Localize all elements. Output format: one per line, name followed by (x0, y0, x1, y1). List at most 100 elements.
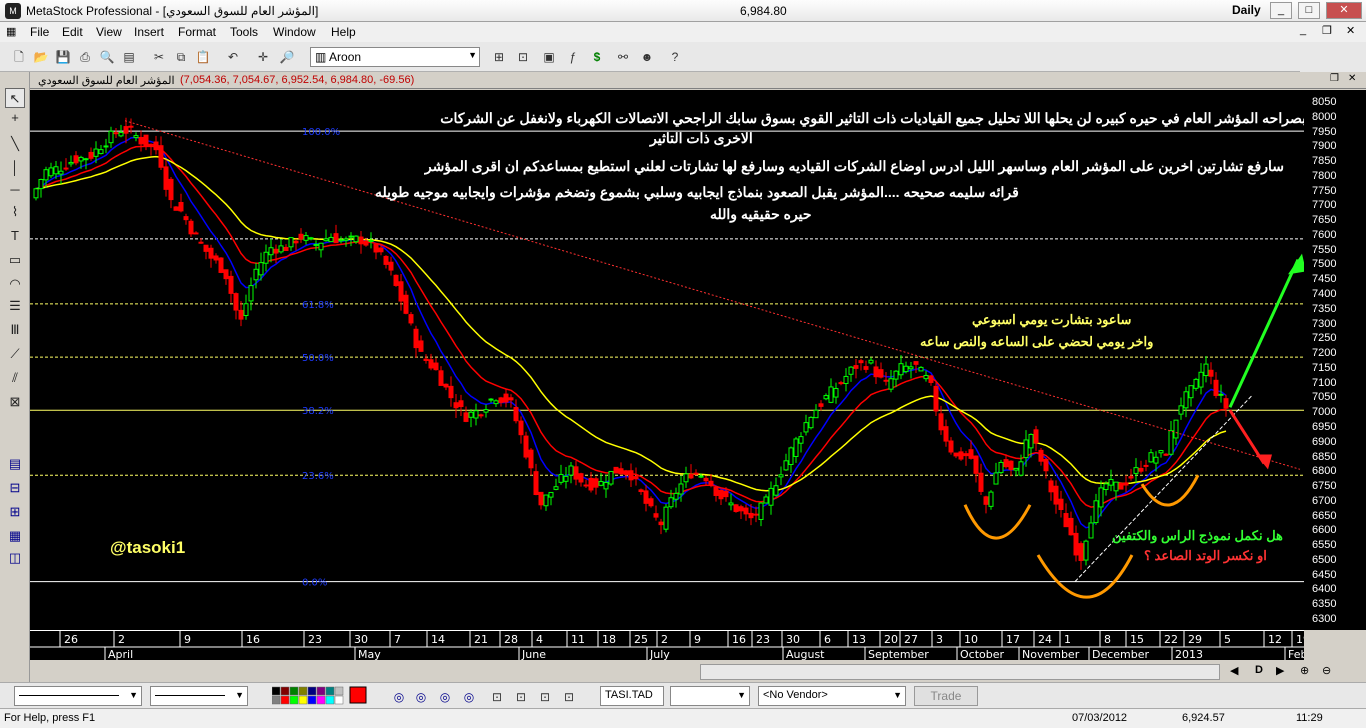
cycle-icon[interactable]: ⌇ (5, 202, 25, 222)
palette-swatch[interactable] (316, 695, 326, 705)
fib-time-icon[interactable]: Ⅲ (5, 320, 25, 340)
zoom-out-icon[interactable]: ⊖ (1322, 664, 1331, 677)
palette-swatch[interactable] (307, 686, 317, 696)
layout-icon-1[interactable]: ▤ (5, 454, 25, 474)
mdi-minimize-icon[interactable]: _ (1300, 24, 1306, 36)
people-icon[interactable]: ☻ (638, 48, 656, 66)
zoom-icon[interactable]: 🔎 (278, 48, 296, 66)
style-icon-5[interactable]: ⊡ (488, 688, 506, 706)
chart-restore-icon[interactable]: ❐ (1330, 73, 1339, 84)
palette-swatch[interactable] (280, 686, 290, 696)
color-palette[interactable] (271, 686, 368, 706)
palette-swatch[interactable] (271, 686, 281, 696)
line-style-select[interactable]: ▼ (14, 686, 142, 706)
menu-edit[interactable]: Edit (62, 25, 83, 39)
layout-icon-2[interactable]: ⊟ (5, 478, 25, 498)
metastock-logo-icon[interactable]: M (5, 3, 21, 19)
palette-swatch[interactable] (316, 686, 326, 696)
style-icon-6[interactable]: ⊡ (512, 688, 530, 706)
gann-icon[interactable]: ⊠ (5, 392, 25, 412)
style-icon-2[interactable]: ◎ (412, 688, 430, 706)
zoom-in-icon[interactable]: ⊕ (1300, 664, 1309, 677)
period-d-icon[interactable]: D (1255, 664, 1263, 676)
palette-swatch[interactable] (334, 686, 344, 696)
formula-icon[interactable]: ƒ (564, 48, 582, 66)
trade-button[interactable]: Trade (914, 686, 978, 706)
mdi-restore-icon[interactable]: ❐ (1322, 24, 1332, 37)
line-weight-select[interactable]: ▼ (150, 686, 248, 706)
explorer-icon[interactable]: ⊞ (490, 48, 508, 66)
save-icon[interactable]: 💾 (54, 48, 72, 66)
chart-close-icon[interactable]: ✕ (1348, 73, 1356, 84)
style-icon-1[interactable]: ◎ (390, 688, 408, 706)
candle-body (1193, 378, 1199, 389)
doc-icon[interactable]: ▦ (6, 25, 16, 38)
price-chart[interactable]: 100.0% 61.8% 50.0% 38.2% 23.6% 0.0% (30, 90, 1304, 630)
style-icon-3[interactable]: ◎ (436, 688, 454, 706)
current-color-swatch[interactable] (349, 686, 367, 704)
crosshair-icon[interactable]: ✛ (254, 48, 272, 66)
expert-icon[interactable]: ⊡ (514, 48, 532, 66)
print-icon[interactable]: ⎙ (76, 48, 94, 66)
new-icon[interactable]: 🗋 (10, 48, 28, 66)
mdi-close-icon[interactable]: ✕ (1346, 24, 1355, 37)
pointer-icon[interactable]: ↖ (5, 88, 25, 108)
scroll-right-icon[interactable]: ▶ (1276, 664, 1284, 677)
vertical-line-icon[interactable]: │ (5, 158, 25, 178)
fib-retracement-icon[interactable]: ☰ (5, 296, 25, 316)
dollar-icon[interactable]: $ (588, 48, 606, 66)
raff-icon[interactable]: ▭ (5, 250, 25, 270)
menu-view[interactable]: View (96, 25, 122, 39)
speed-line-icon[interactable]: ⟋ (5, 344, 25, 364)
security-select[interactable]: ▼ (670, 686, 750, 706)
arc-icon[interactable]: ◠ (5, 274, 25, 294)
horizontal-line-icon[interactable]: ─ (5, 180, 25, 200)
layout-icon-3[interactable]: ⊞ (5, 502, 25, 522)
palette-swatch[interactable] (289, 686, 299, 696)
print-preview-icon[interactable]: 🔍 (98, 48, 116, 66)
palette-swatch[interactable] (325, 686, 335, 696)
close-icon[interactable]: ✕ (1326, 2, 1362, 19)
channel-icon[interactable]: ⫽ (5, 368, 25, 388)
palette-swatch[interactable] (298, 686, 308, 696)
print-setup-icon[interactable]: ▤ (120, 48, 138, 66)
paste-icon[interactable]: 📋 (194, 48, 212, 66)
palette-swatch[interactable] (334, 695, 344, 705)
palette-swatch[interactable] (271, 695, 281, 705)
style-icon-4[interactable]: ◎ (460, 688, 478, 706)
menu-format[interactable]: Format (178, 25, 216, 39)
palette-swatch[interactable] (325, 695, 335, 705)
style-icon-7[interactable]: ⊡ (536, 688, 554, 706)
symbol-field[interactable]: TASI.TAD (600, 686, 664, 706)
layout-icon-5[interactable]: ◫ (5, 548, 25, 568)
minimize-icon[interactable]: _ (1270, 2, 1292, 19)
copy-icon[interactable]: ⧉ (172, 48, 190, 66)
text-icon[interactable]: T (5, 226, 25, 246)
menu-file[interactable]: File (30, 25, 49, 39)
menu-window[interactable]: Window (273, 25, 316, 39)
style-icon-8[interactable]: ⊡ (560, 688, 578, 706)
candle-body (323, 238, 329, 242)
context-help-icon[interactable]: ? (666, 48, 684, 66)
palette-swatch[interactable] (289, 695, 299, 705)
palette-swatch[interactable] (298, 695, 308, 705)
trendline-icon[interactable]: ╲ (5, 134, 25, 154)
maximize-icon[interactable]: □ (1298, 2, 1320, 19)
horizontal-scrollbar[interactable] (700, 664, 1220, 680)
layout-icon-4[interactable]: ▦ (5, 526, 25, 546)
cut-icon[interactable]: ✂ (150, 48, 168, 66)
scroll-left-icon[interactable]: ◀ (1230, 664, 1238, 677)
indicator-select[interactable]: ▥ Aroon ▼ (310, 47, 480, 67)
undo-icon[interactable]: ↶ (224, 48, 242, 66)
cross-icon[interactable]: + (5, 108, 25, 128)
palette-swatch[interactable] (280, 695, 290, 705)
system-tester-icon[interactable]: ▣ (540, 48, 558, 66)
menu-insert[interactable]: Insert (134, 25, 164, 39)
open-icon[interactable]: 📂 (32, 48, 50, 66)
binoculars-icon[interactable]: ⚯ (614, 48, 632, 66)
vendor-select[interactable]: <No Vendor> ▼ (758, 686, 906, 706)
menu-help[interactable]: Help (331, 25, 356, 39)
menu-tools[interactable]: Tools (230, 25, 258, 39)
palette-swatch[interactable] (307, 695, 317, 705)
color-palette-svg[interactable] (271, 686, 368, 706)
